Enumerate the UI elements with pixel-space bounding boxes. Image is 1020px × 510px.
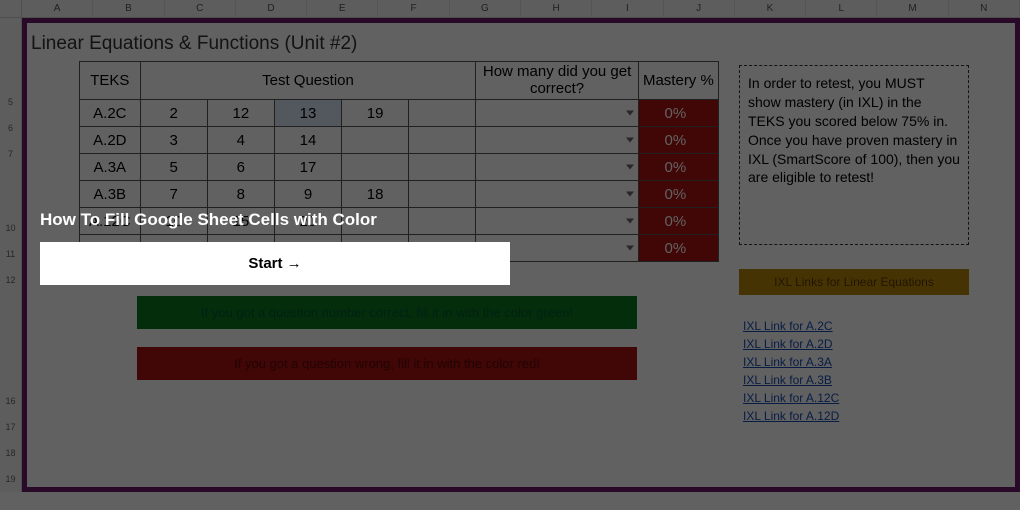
tooltip-title: How To Fill Google Sheet Cells with Colo… [40, 210, 510, 230]
start-button[interactable]: Start → [40, 242, 510, 285]
tutorial-tooltip: How To Fill Google Sheet Cells with Colo… [40, 210, 510, 285]
